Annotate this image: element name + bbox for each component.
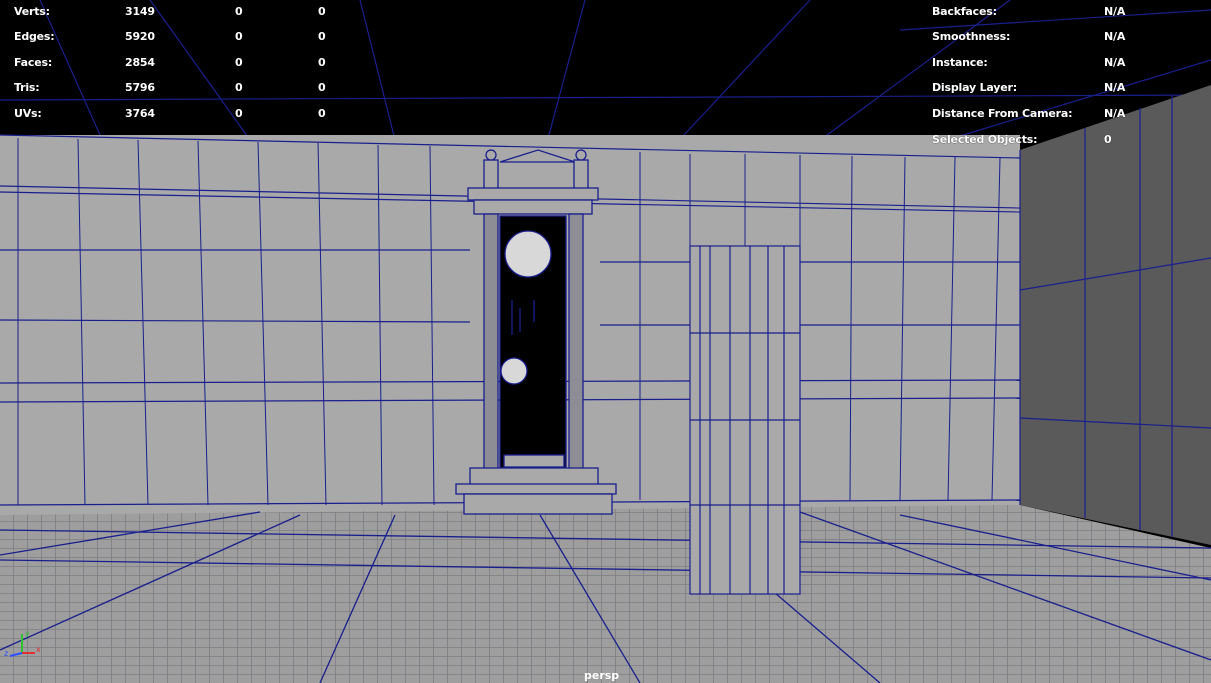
maya-perspective-viewport[interactable]: Verts: 3149 0 0 Edges: 5920 0 0 Faces: 2… — [0, 0, 1211, 683]
axis-x-label: x — [36, 645, 41, 654]
hud-label: Tris: — [14, 81, 40, 94]
hud-value-instance: N/A — [1104, 56, 1126, 69]
floor — [0, 505, 1211, 683]
hud-value-other: 0 — [318, 81, 326, 94]
hud-label: Verts: — [14, 5, 50, 18]
hud-label-distance: Distance From Camera: — [932, 107, 1073, 120]
hud-value-selected: 0 — [235, 107, 243, 120]
hud-value-other: 0 — [318, 56, 326, 69]
hud-value-selected-objects: 0 — [1104, 133, 1112, 146]
hud-value-total: 3149 — [125, 5, 155, 18]
hud-value-selected: 0 — [235, 30, 243, 43]
hud-value-display-layer: N/A — [1104, 81, 1126, 94]
hud-value-other: 0 — [318, 5, 326, 18]
pillar — [689, 245, 801, 595]
hud-value-total: 5920 — [125, 30, 155, 43]
hud-label: Edges: — [14, 30, 55, 43]
hud-value-selected: 0 — [235, 81, 243, 94]
hud-label: Faces: — [14, 56, 53, 69]
hud-value-total: 5796 — [125, 81, 155, 94]
hud-value-distance: N/A — [1104, 107, 1126, 120]
hud-label-display-layer: Display Layer: — [932, 81, 1017, 94]
axis-y-label: y — [25, 629, 30, 638]
right-side-wall — [1019, 85, 1211, 545]
axis-gizmo-icon: y x z — [4, 629, 41, 658]
hud-label-smoothness: Smoothness: — [932, 30, 1011, 43]
hud-value-total: 2854 — [125, 56, 155, 69]
hud-value-other: 0 — [318, 30, 326, 43]
hud-label-instance: Instance: — [932, 56, 988, 69]
hud-value-backfaces: N/A — [1104, 5, 1126, 18]
hud-value-other: 0 — [318, 107, 326, 120]
camera-name-label: persp — [584, 669, 620, 682]
hud-value-selected: 0 — [235, 5, 243, 18]
hud-label-backfaces: Backfaces: — [932, 5, 997, 18]
scene-canvas[interactable] — [0, 0, 1211, 683]
hud-value-smoothness: N/A — [1104, 30, 1126, 43]
hud-label: UVs: — [14, 107, 42, 120]
hud-value-selected: 0 — [235, 56, 243, 69]
hud-label-selected-objects: Selected Objects: — [932, 133, 1038, 146]
hud-value-total: 3764 — [125, 107, 155, 120]
axis-z-label: z — [4, 649, 8, 658]
